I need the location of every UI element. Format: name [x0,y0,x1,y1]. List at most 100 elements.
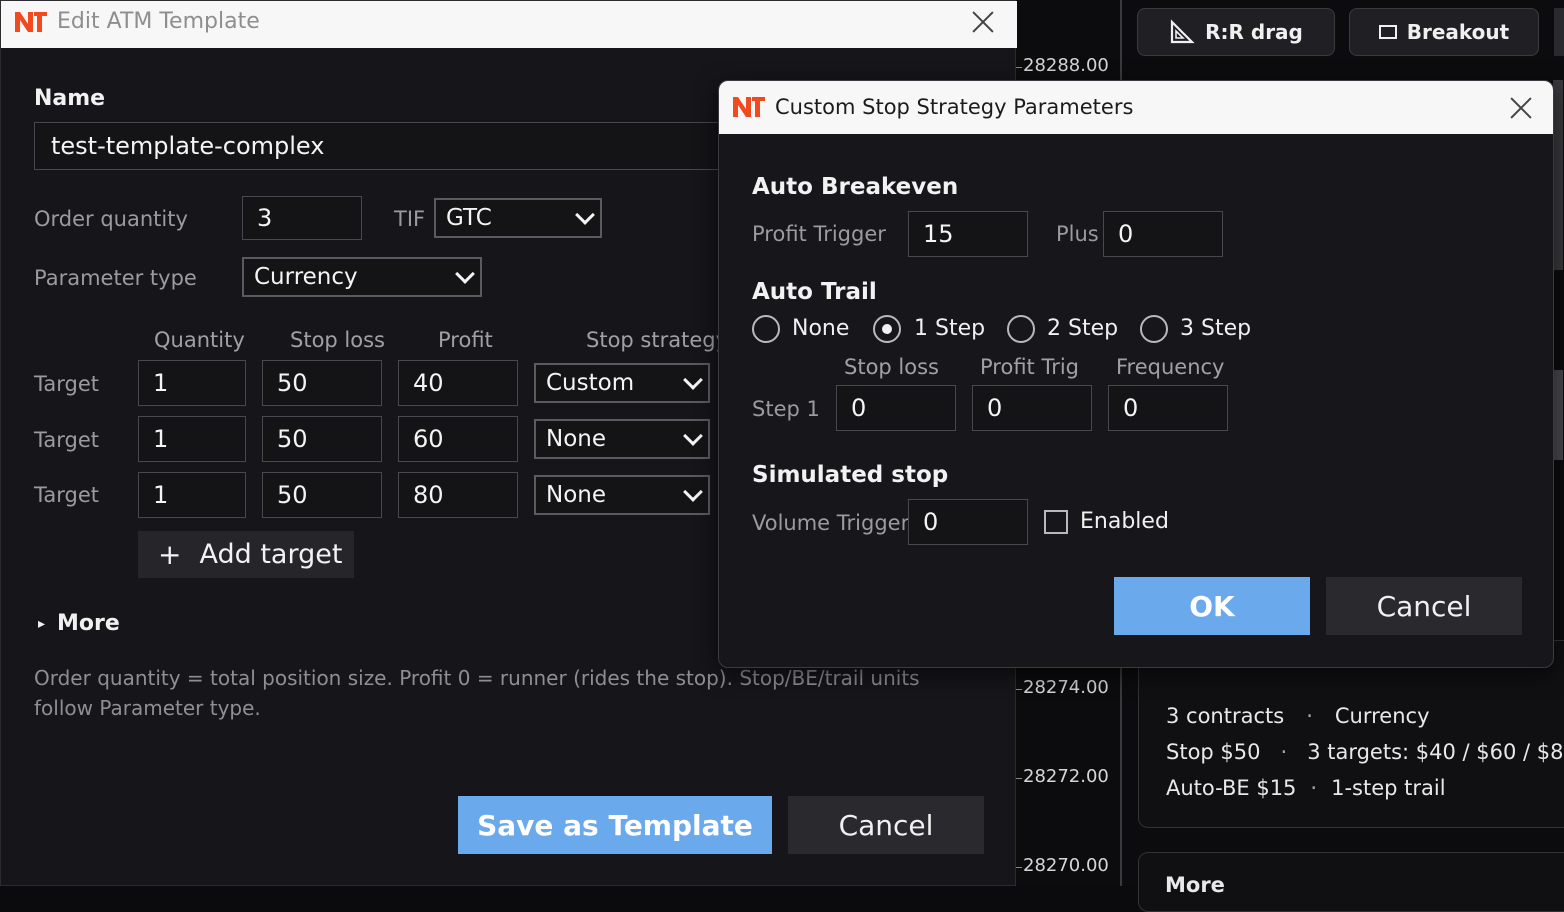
trail-1-step-radio[interactable] [873,315,901,343]
target-quantity-input[interactable]: 1 [138,472,246,518]
plus-input[interactable]: 0 [1103,211,1223,257]
auto-breakeven-heading: Auto Breakeven [752,174,959,200]
column-header-stop-strategy: Stop strategy [586,328,729,352]
tif-select[interactable]: GTC [434,198,602,238]
target-stop-strategy-select[interactable]: Custom [534,363,710,403]
toolbar-edge [1554,8,1564,56]
stop-close-icon[interactable] [1507,94,1535,122]
step-1-frequency-input[interactable]: 0 [1108,385,1228,431]
volume-trigger-label: Volume Trigger [752,511,910,535]
trail-2-step-radio[interactable] [1007,315,1035,343]
step-column-profit-trig: Profit Trig [980,355,1079,379]
profit-trigger-label: Profit Trigger [752,222,886,246]
name-label: Name [34,86,106,111]
price-label: 28270.00 [1023,855,1109,876]
column-header-quantity: Quantity [154,328,245,352]
target-stop-strategy-select[interactable]: None [534,419,710,459]
trail-none-radio[interactable] [752,315,780,343]
atm-cancel-button[interactable]: Cancel [788,796,984,854]
summary-line: Auto-BE $15 · 1-step trail [1166,776,1446,800]
ruler-triangle-icon [1171,19,1195,44]
chevron-down-icon [683,370,703,390]
price-label: 28274.00 [1023,677,1109,698]
trail-1-step-label: 1 Step [914,316,986,341]
step-1-profit-trig-input[interactable]: 0 [972,385,1092,431]
stop-dialog-title: Custom Stop Strategy Parameters [775,95,1134,119]
custom-stop-dialog: Custom Stop Strategy Parameters Auto Bre… [718,80,1554,668]
order-quantity-label: Order quantity [34,207,188,231]
target-stop-strategy-value: None [546,482,607,508]
price-tick [1016,778,1022,779]
target-stop-loss-input[interactable]: 50 [262,472,382,518]
price-tick [1016,689,1022,690]
step-column-stop-loss: Stop loss [844,355,939,379]
plus-icon: + [158,538,182,571]
profit-trigger-input[interactable]: 15 [908,211,1028,257]
trail-3-step-label: 3 Step [1180,316,1252,341]
chevron-down-icon [575,205,595,225]
panel-edge [1553,370,1563,460]
parameter-type-label: Parameter type [34,266,197,290]
column-header-profit: Profit [438,328,493,352]
trail-3-step-radio[interactable] [1140,315,1168,343]
panel-edge [1553,80,1563,270]
target-stop-strategy-value: None [546,426,607,452]
more-label: More [57,611,120,636]
price-tick [1016,867,1022,868]
breakout-button[interactable]: Breakout [1349,8,1539,56]
stop-cancel-button[interactable]: Cancel [1326,577,1522,635]
target-stop-loss-input[interactable]: 50 [262,416,382,462]
trail-none-label: None [792,316,850,341]
template-name-input[interactable]: test-template-complex [34,122,734,170]
target-label: Target [34,483,99,507]
target-profit-input[interactable]: 80 [398,472,518,518]
atm-titlebar[interactable]: Edit ATM Template [1,1,1017,48]
target-quantity-input[interactable]: 1 [138,360,246,406]
nt-logo-icon [733,97,765,117]
rectangle-icon [1378,25,1397,39]
simulated-stop-heading: Simulated stop [752,462,949,488]
tif-value: GTC [446,205,492,231]
price-label: 28288.00 [1023,55,1109,76]
target-quantity-input[interactable]: 1 [138,416,246,462]
column-header-stop-loss: Stop loss [290,328,385,352]
more-card[interactable]: More [1138,852,1564,912]
tif-label: TIF [394,207,426,231]
step-1-label: Step 1 [752,397,820,421]
target-stop-strategy-select[interactable]: None [534,475,710,515]
add-target-button[interactable]: + Add target [138,531,354,578]
parameter-type-select[interactable]: Currency [242,257,482,297]
volume-trigger-input[interactable]: 0 [908,499,1028,545]
target-profit-input[interactable]: 60 [398,416,518,462]
more-toggle[interactable]: ▸ More [38,611,120,636]
target-profit-input[interactable]: 40 [398,360,518,406]
add-target-label: Add target [199,539,343,570]
rr-drag-label: R:R drag [1205,20,1303,44]
chevron-down-icon [455,264,475,284]
price-label: 28272.00 [1023,766,1109,787]
breakout-label: Breakout [1406,20,1510,44]
ok-button[interactable]: OK [1114,577,1310,635]
target-stop-strategy-value: Custom [546,370,635,396]
plus-label: Plus [1056,222,1099,246]
price-tick [1016,67,1022,68]
parameter-type-value: Currency [254,264,358,290]
target-stop-loss-input[interactable]: 50 [262,360,382,406]
enabled-checkbox[interactable] [1044,510,1068,534]
trail-2-step-label: 2 Step [1047,316,1119,341]
more-card-label: More [1165,873,1225,897]
chevron-down-icon [683,482,703,502]
help-text: Order quantity = total position size. Pr… [34,666,920,720]
summary-line: Stop $50 · 3 targets: $40 / $60 / $8 [1166,740,1564,764]
nt-logo-icon [15,12,47,32]
target-label: Target [34,428,99,452]
triangle-right-icon: ▸ [38,615,46,632]
step-1-stop-loss-input[interactable]: 0 [836,385,956,431]
atm-window-title: Edit ATM Template [57,9,260,34]
save-as-template-button[interactable]: Save as Template [458,796,772,854]
rr-drag-button[interactable]: R:R drag [1137,8,1335,56]
atm-close-icon[interactable] [969,8,997,36]
order-quantity-input[interactable]: 3 [242,196,362,240]
summary-line: 3 contracts · Currency [1166,704,1430,728]
stop-dialog-titlebar[interactable]: Custom Stop Strategy Parameters [719,81,1553,134]
